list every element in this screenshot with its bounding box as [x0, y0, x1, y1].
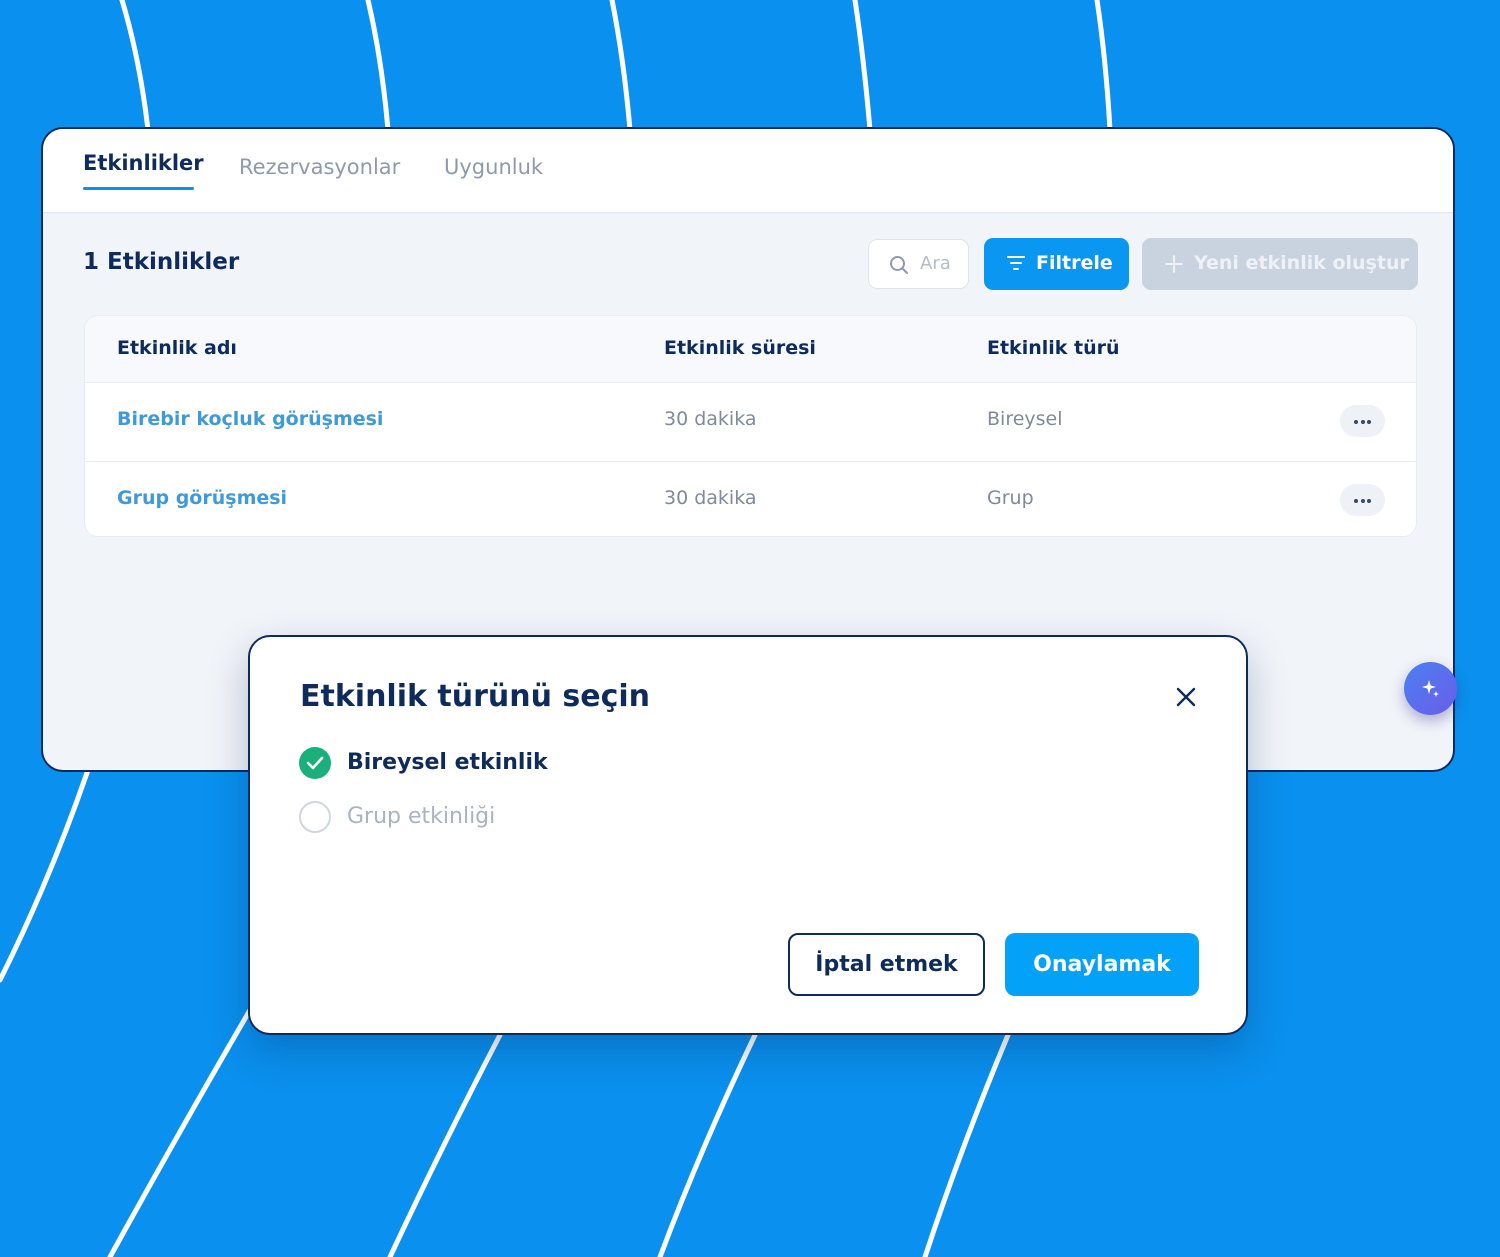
new-event-button[interactable]: Yeni etkinlik oluştur [1142, 238, 1418, 290]
confirm-button[interactable]: Onaylamak [1005, 933, 1199, 996]
table-row: Grup görüşmesi 30 dakika Grup [85, 462, 1416, 536]
new-event-button-label: Yeni etkinlik oluştur [1194, 252, 1409, 274]
event-duration: 30 dakika [664, 408, 757, 430]
page-title: 1 Etkinlikler [83, 249, 240, 275]
tab-uygunluk[interactable]: Uygunluk [444, 155, 543, 179]
search-input[interactable]: Ara [868, 239, 969, 289]
search-placeholder: Ara [920, 253, 951, 274]
table-row: Birebir koçluk görüşmesi 30 dakika Birey… [85, 383, 1416, 462]
column-header-type: Etkinlik türü [987, 337, 1120, 359]
sparkle-icon [1422, 680, 1439, 697]
more-icon[interactable] [1340, 405, 1385, 437]
option-label: Grup etkinliği [347, 804, 496, 829]
filter-button-label: Filtrele [1036, 252, 1113, 274]
event-type: Bireysel [987, 408, 1063, 430]
radio-unselected[interactable] [299, 801, 331, 833]
radio-selected[interactable] [299, 747, 331, 779]
more-icon[interactable] [1340, 484, 1385, 516]
assistant-fab-button[interactable] [1404, 662, 1457, 715]
tab-bar: Etkinlikler Rezervasyonlar Uygunluk [43, 129, 1453, 213]
event-type-modal: Etkinlik türünü seçin Bireysel etkinlik … [248, 635, 1248, 1035]
check-icon [306, 756, 324, 770]
column-header-name: Etkinlik adı [117, 337, 237, 359]
close-icon[interactable] [1176, 687, 1196, 707]
tab-etkinlikler[interactable]: Etkinlikler [83, 151, 204, 175]
column-header-duration: Etkinlik süresi [664, 337, 816, 359]
event-name-link[interactable]: Grup görüşmesi [117, 487, 287, 509]
filter-icon [1007, 256, 1025, 270]
event-duration: 30 dakika [664, 487, 757, 509]
table-header: Etkinlik adı Etkinlik süresi Etkinlik tü… [85, 316, 1416, 383]
search-icon [890, 256, 908, 274]
event-name-link[interactable]: Birebir koçluk görüşmesi [117, 408, 383, 430]
cancel-button[interactable]: İptal etmek [788, 933, 985, 996]
active-tab-indicator [83, 187, 194, 190]
plus-icon [1165, 255, 1183, 273]
events-table: Etkinlik adı Etkinlik süresi Etkinlik tü… [84, 315, 1417, 537]
tab-rezervasyonlar[interactable]: Rezervasyonlar [239, 155, 400, 179]
modal-title: Etkinlik türünü seçin [300, 679, 651, 714]
filter-button[interactable]: Filtrele [984, 238, 1129, 290]
option-label: Bireysel etkinlik [347, 750, 548, 775]
event-type: Grup [987, 487, 1034, 509]
